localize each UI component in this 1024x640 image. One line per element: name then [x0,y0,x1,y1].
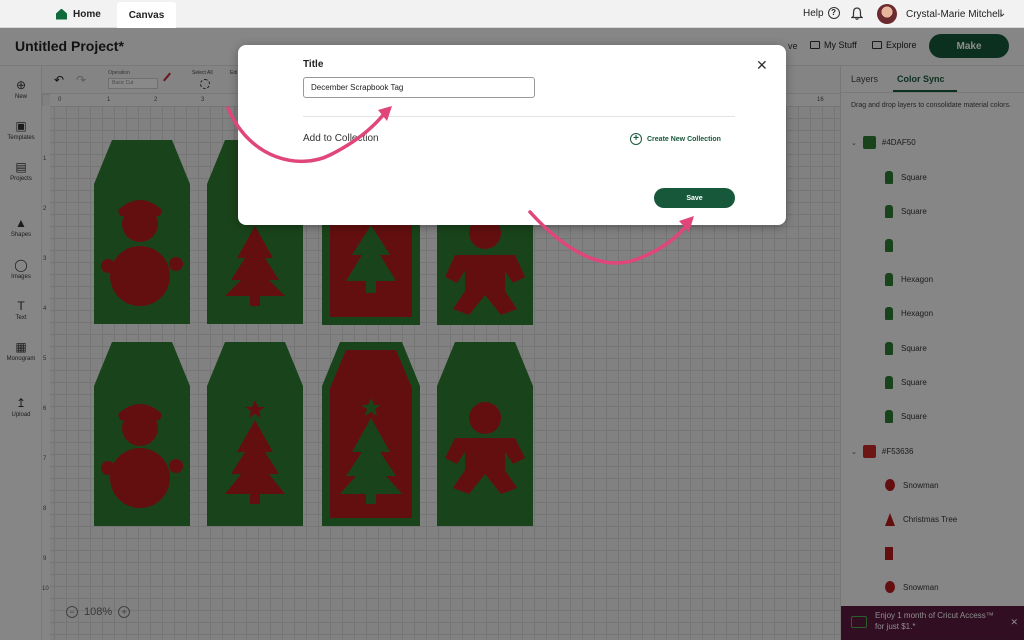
create-collection-button[interactable]: + Create New Collection [630,133,721,145]
plus-circle-icon: + [630,133,642,145]
user-name[interactable]: Crystal-Marie Mitchell [906,9,1002,20]
avatar[interactable] [877,4,897,24]
tab-home[interactable]: Home [56,0,116,28]
title-label: Title [303,59,324,70]
question-icon: ? [827,7,840,19]
top-nav-bar: Home Canvas Help ? Crystal-Marie Mitchel… [0,0,1024,28]
tab-home-label: Home [73,8,101,20]
create-collection-label: Create New Collection [647,135,721,143]
bell-icon[interactable] [851,7,863,20]
chevron-down-icon[interactable]: ⌄ [998,8,1006,19]
add-to-collection-label: Add to Collection [303,133,379,144]
home-icon [56,8,67,20]
save-button[interactable]: Save [654,188,735,208]
title-input[interactable] [303,77,535,98]
save-project-dialog: Title ✕ Add to Collection + Create New C… [238,45,786,225]
help-label: Help [803,7,824,19]
help-link[interactable]: Help ? [803,7,840,19]
tab-canvas[interactable]: Canvas [117,2,176,28]
close-icon[interactable]: ✕ [756,58,768,72]
divider [303,116,735,117]
